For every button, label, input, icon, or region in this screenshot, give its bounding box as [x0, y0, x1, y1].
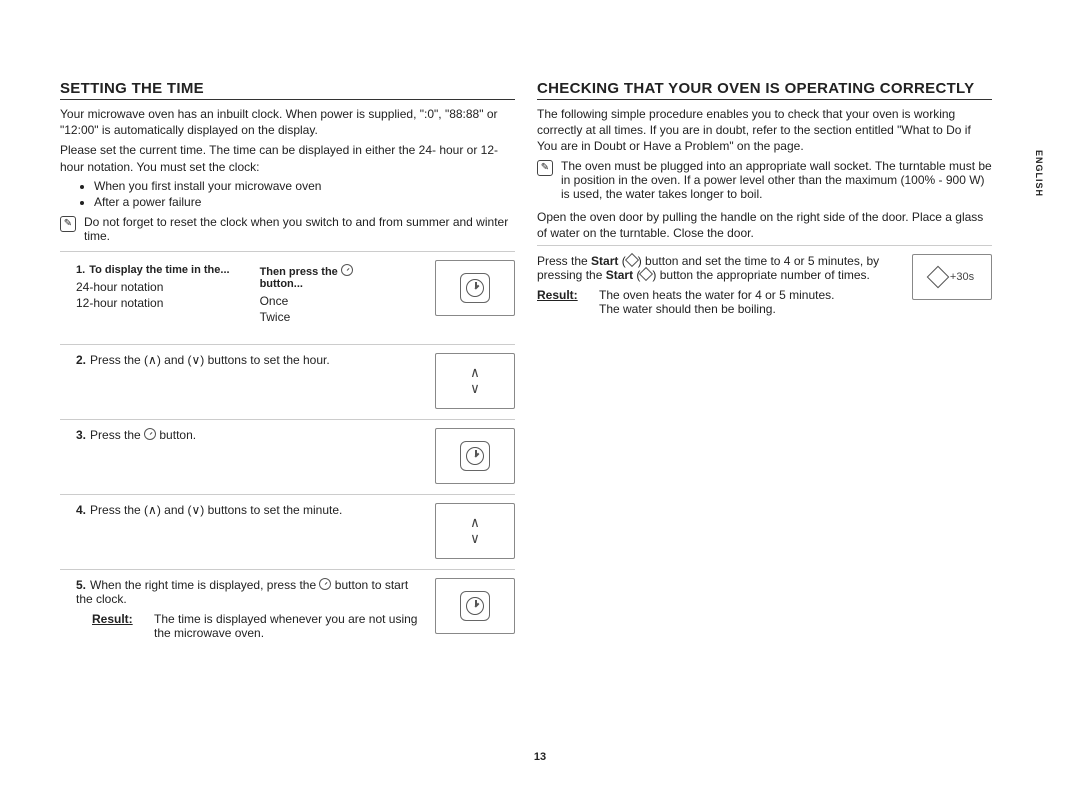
start-button-illustration: +30s: [912, 254, 992, 300]
note-icon: ✎: [537, 160, 553, 176]
right-result-1: The oven heats the water for 4 or 5 minu…: [599, 288, 902, 302]
right-column: CHECKING THAT YOUR OVEN IS OPERATING COR…: [537, 80, 992, 650]
step-3: 3.Press the button.: [60, 419, 515, 494]
down-arrow-icon: ∨: [471, 532, 479, 546]
clock-icon: [341, 264, 353, 276]
right-result-2: The water should then be boiling.: [599, 302, 902, 316]
clock-icon: [466, 447, 484, 465]
clock-icon: [319, 578, 331, 590]
step2-button-illustration: ∧ ∨: [435, 353, 515, 409]
step3-button-illustration: [435, 428, 515, 484]
step3-a: Press the: [90, 428, 144, 442]
heading-setting-time: SETTING THE TIME: [60, 80, 515, 97]
right-intro: The following simple procedure enables y…: [537, 106, 992, 155]
down-arrow-icon: ∨: [471, 382, 479, 396]
result-text: The time is displayed whenever you are n…: [154, 612, 427, 640]
p2a: Press the: [537, 254, 591, 268]
p2b: (: [618, 254, 625, 268]
left-column: SETTING THE TIME Your microwave oven has…: [60, 80, 515, 650]
right-note: The oven must be plugged into an appropr…: [561, 159, 992, 201]
step4-text: Press the (∧) and (∨) buttons to set the…: [90, 503, 342, 517]
clock-icon: [466, 279, 484, 297]
step5-button-illustration: [435, 578, 515, 634]
note-icon: ✎: [60, 216, 76, 232]
page-number: 13: [0, 751, 1080, 763]
step1-r1c2: Once: [260, 294, 353, 308]
clock-icon: [466, 597, 484, 615]
clock-set-conditions: When you first install your microwave ov…: [60, 179, 515, 209]
bullet-first-install: When you first install your microwave ov…: [94, 179, 515, 193]
step-2: 2.Press the (∧) and (∨) buttons to set t…: [60, 344, 515, 419]
step1-r2c1: 12-hour notation: [76, 296, 230, 310]
step1-r1c1: 24-hour notation: [76, 280, 230, 294]
step1-button-illustration: [435, 260, 515, 316]
step4-button-illustration: ∧ ∨: [435, 503, 515, 559]
p2e: ) button the appropriate number of times…: [652, 268, 869, 282]
start-word: Start: [591, 254, 618, 268]
step1-hd2: Then press the: [260, 266, 338, 278]
step3-b: button.: [156, 428, 196, 442]
start-word-2: Start: [606, 268, 633, 282]
start-diamond-icon: [625, 253, 639, 267]
step1-hd1: To display the time in the...: [89, 264, 229, 276]
step-4: 4.Press the (∧) and (∨) buttons to set t…: [60, 494, 515, 569]
up-arrow-icon: ∧: [471, 366, 479, 380]
step2-text: Press the (∧) and (∨) buttons to set the…: [90, 353, 330, 367]
right-p1: Open the oven door by pulling the handle…: [537, 209, 992, 241]
note-summer-time: Do not forget to reset the clock when yo…: [84, 215, 515, 243]
up-arrow-icon: ∧: [471, 516, 479, 530]
heading-check-oven: CHECKING THAT YOUR OVEN IS OPERATING COR…: [537, 80, 992, 97]
start-30s-label: +30s: [950, 271, 974, 283]
clock-icon: [144, 428, 156, 440]
step-1: 1.To display the time in the... 24-hour …: [60, 251, 515, 344]
right-result-label: Result:: [537, 288, 585, 316]
intro-para-1: Your microwave oven has an inbuilt clock…: [60, 106, 515, 138]
start-diamond-icon: [927, 266, 950, 289]
step5-a: When the right time is displayed, press …: [90, 578, 319, 592]
step1-r2c2: Twice: [260, 310, 353, 324]
result-label: Result:: [92, 612, 140, 640]
step-5: 5.When the right time is displayed, pres…: [60, 569, 515, 650]
start-instruction: Press the Start () button and set the ti…: [537, 245, 992, 324]
language-tab: ENGLISH: [1034, 150, 1044, 197]
bullet-power-failure: After a power failure: [94, 195, 515, 209]
step1-hd2-suffix: button...: [260, 278, 303, 290]
intro-para-2: Please set the current time. The time ca…: [60, 142, 515, 174]
